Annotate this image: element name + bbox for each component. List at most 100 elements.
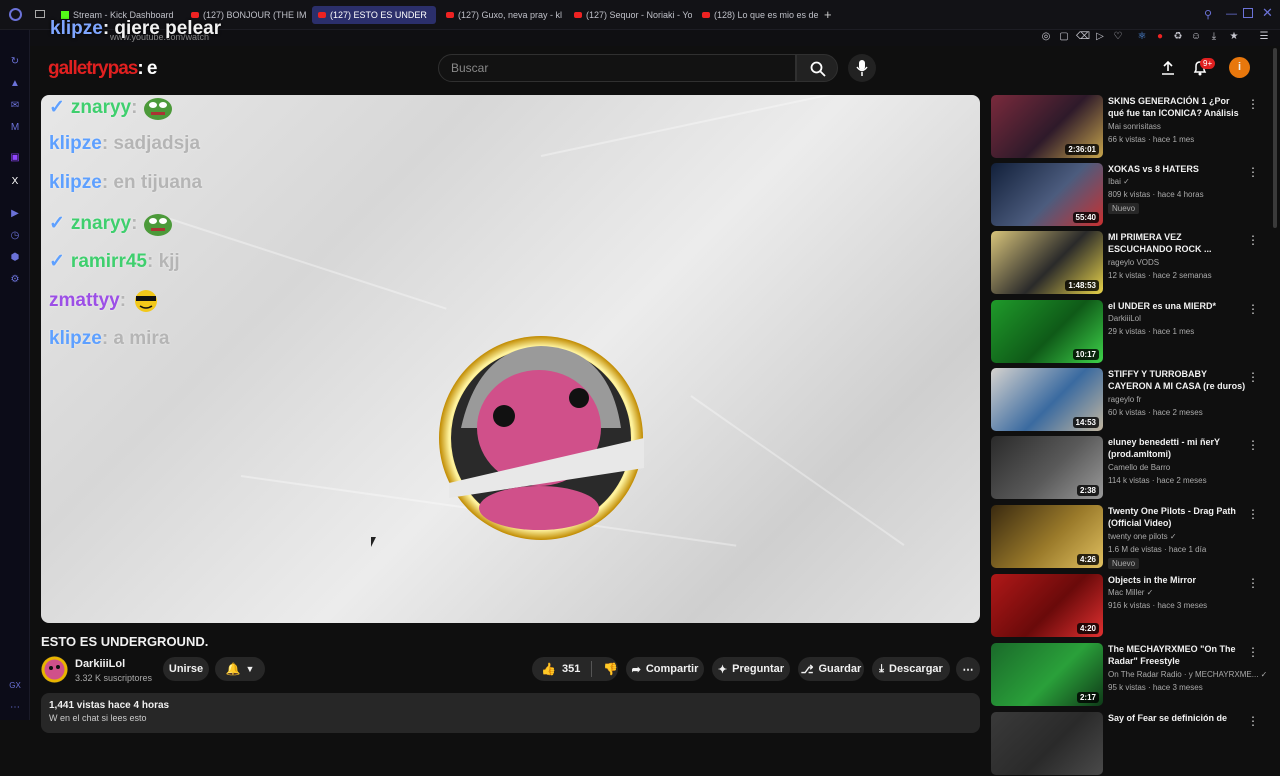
recommended-channel[interactable]: Ibai ✓ — [1108, 177, 1130, 186]
recommended-video[interactable]: 4:26 Twenty One Pilots - Drag Path (Offic… — [991, 505, 1271, 569]
twitch-icon[interactable]: ▣ — [9, 152, 21, 164]
menu-icon[interactable]: ☰ — [1258, 31, 1270, 43]
recommended-title[interactable]: eluney benedetti - mi ñerY (prod.amltomi… — [1108, 436, 1248, 460]
join-button[interactable]: Unirse — [163, 657, 209, 681]
tab-overview-icon[interactable] — [35, 10, 45, 18]
snapshot-icon[interactable]: ▢ — [1058, 31, 1070, 43]
shield-icon[interactable]: ⌫ — [1076, 31, 1090, 43]
opera-logo-icon[interactable] — [9, 8, 22, 21]
video-thumbnail[interactable]: 4:20 — [991, 574, 1103, 637]
voice-search-button[interactable] — [848, 54, 876, 82]
channel-name[interactable]: DarkiiiLol — [75, 658, 125, 670]
more-options-icon[interactable]: ⋮ — [1247, 714, 1259, 728]
more-sidebar-icon[interactable]: ⋯ — [9, 702, 21, 714]
recommended-title[interactable]: XOKAS vs 8 HATERS — [1108, 163, 1248, 175]
aria-ai-icon[interactable]: ★ — [1228, 31, 1240, 43]
video-thumbnail[interactable]: 10:17 — [991, 300, 1103, 363]
video-thumbnail[interactable]: 14:53 — [991, 368, 1103, 431]
recommended-video[interactable]: 2:17 The MECHAYRXMEO "On The Radar" Frees… — [991, 643, 1271, 707]
recommended-title[interactable]: Twenty One Pilots - Drag Path (Official … — [1108, 505, 1248, 529]
browser-tab[interactable]: (127) ESTO ES UNDER — [312, 6, 436, 24]
recommended-title[interactable]: Objects in the Mirror — [1108, 574, 1248, 586]
more-options-icon[interactable]: ⋮ — [1247, 645, 1259, 659]
header-logo-area[interactable]: galletrypas: e — [48, 58, 158, 80]
recommended-video[interactable]: 2:36:01 SKINS GENERACIÓN 1 ¿Por qué fue t… — [991, 95, 1271, 159]
history-icon[interactable]: ◷ — [9, 230, 21, 242]
extensions-icon[interactable]: ♻ — [1172, 31, 1184, 43]
search-button[interactable] — [796, 54, 838, 82]
recommended-channel[interactable]: rageylo fr — [1108, 395, 1141, 404]
record-icon[interactable]: ● — [1154, 31, 1166, 43]
more-options-icon[interactable]: ⋮ — [1247, 507, 1259, 521]
video-thumbnail[interactable]: 4:26 — [991, 505, 1103, 568]
recommended-title[interactable]: Say of Fear se definición de — [1108, 712, 1248, 724]
recommended-video[interactable]: 1:48:53 MI PRIMERA VEZ ESCUCHANDO ROCK ..… — [991, 231, 1271, 295]
search-tabs-icon[interactable]: ⚲ — [1204, 8, 1212, 21]
more-options-icon[interactable]: ⋮ — [1247, 576, 1259, 590]
subscription-bell-button[interactable]: 🔔 ▼ — [215, 657, 265, 681]
download-button[interactable]: ⤓ Descargar — [872, 657, 950, 681]
recommended-title[interactable]: STIFFY Y TURROBABY CAYERON A MI CASA (re… — [1108, 368, 1248, 392]
dislike-button[interactable]: 👎 — [603, 662, 618, 676]
more-options-icon[interactable]: ⋮ — [1247, 233, 1259, 247]
like-button[interactable]: 👍 351 — [541, 662, 580, 676]
gx-mod-icon[interactable]: ⚛ — [1136, 31, 1148, 43]
recommended-video[interactable]: 10:17 el UNDER es una MIERD* DarkiiiLol 29 … — [991, 300, 1271, 364]
page-scrollbar[interactable] — [1273, 48, 1277, 228]
browser-tab[interactable]: (127) Guxo, neva pray - kl — [440, 6, 564, 24]
back-sidebar-icon[interactable]: ↻ — [9, 56, 21, 68]
account-icon[interactable]: ☺ — [1190, 31, 1202, 43]
video-thumbnail[interactable] — [991, 712, 1103, 775]
video-thumbnail[interactable]: 2:17 — [991, 643, 1103, 706]
recommended-video[interactable]: 14:53 STIFFY Y TURROBABY CAYERON A MI CAS… — [991, 368, 1271, 432]
video-thumbnail[interactable]: 1:48:53 — [991, 231, 1103, 294]
upload-icon[interactable] — [1160, 60, 1176, 76]
recommended-channel[interactable]: Mai sonrisitass — [1108, 122, 1161, 131]
close-window-icon[interactable]: ✕ — [1262, 5, 1273, 21]
save-button[interactable]: ⎇ Guardar — [798, 657, 864, 681]
channel-avatar[interactable] — [41, 656, 68, 683]
aria-icon[interactable]: ▲ — [9, 78, 21, 90]
recommended-title[interactable]: MI PRIMERA VEZ ESCUCHANDO ROCK ... — [1108, 231, 1248, 255]
user-avatar[interactable]: i — [1229, 57, 1250, 78]
recommended-channel[interactable]: DarkiiiLol — [1108, 314, 1141, 323]
recommended-video[interactable]: 55:40 XOKAS vs 8 HATERS Ibai ✓ 809 k vistas… — [991, 163, 1271, 227]
recommended-channel[interactable]: twenty one pilots ✓ — [1108, 532, 1177, 541]
gx-icon[interactable]: GX — [9, 680, 21, 692]
video-thumbnail[interactable]: 2:38 — [991, 436, 1103, 499]
m-icon[interactable]: M — [9, 122, 21, 134]
player-icon[interactable]: ▶ — [9, 208, 21, 220]
video-thumbnail[interactable]: 55:40 — [991, 163, 1103, 226]
recommended-video[interactable]: 4:20 Objects in the Mirror Mac Miller ✓ 916… — [991, 574, 1271, 638]
play-icon[interactable]: ▷ — [1094, 31, 1106, 43]
ask-button[interactable]: ✦ Preguntar — [712, 657, 790, 681]
recommended-title[interactable]: el UNDER es una MIERD* — [1108, 300, 1248, 312]
more-options-icon[interactable]: ⋮ — [1247, 97, 1259, 111]
recommended-channel[interactable]: On The Radar Radio · y MECHAYRXME... ✓ — [1108, 670, 1267, 679]
settings-icon[interactable]: ⚙ — [9, 274, 21, 286]
recommended-title[interactable]: The MECHAYRXMEO "On The Radar" Freestyle — [1108, 643, 1248, 667]
more-options-icon[interactable]: ⋮ — [1247, 165, 1259, 179]
description-box[interactable] — [41, 693, 980, 733]
more-actions-button[interactable]: ⋯ — [956, 657, 980, 681]
more-options-icon[interactable]: ⋮ — [1247, 302, 1259, 316]
browser-tab[interactable]: (128) Lo que es mio es de — [696, 6, 818, 24]
messenger-icon[interactable]: ✉ — [9, 100, 21, 112]
download-icon[interactable]: ⤓ — [1208, 31, 1220, 43]
search-input[interactable]: Buscar — [438, 54, 796, 82]
more-options-icon[interactable]: ⋮ — [1247, 438, 1259, 452]
recommended-channel[interactable]: Camello de Barro — [1108, 463, 1170, 472]
new-tab-button[interactable]: + — [824, 7, 832, 22]
box-icon[interactable]: ⬢ — [9, 252, 21, 264]
x-icon[interactable]: X — [9, 176, 21, 188]
pin-icon[interactable]: ◎ — [1040, 31, 1052, 43]
recommended-video[interactable]: 2:38 eluney benedetti - mi ñerY (prod.aml… — [991, 436, 1271, 500]
recommended-channel[interactable]: Mac Miller ✓ — [1108, 588, 1153, 597]
video-player[interactable]: ✓ znaryy: klipze: sadjadsja klipze: en tij… — [41, 95, 980, 623]
heart-icon[interactable]: ♡ — [1112, 31, 1124, 43]
recommended-title[interactable]: SKINS GENERACIÓN 1 ¿Por qué fue tan ICON… — [1108, 95, 1248, 120]
minimize-icon[interactable]: — — [1226, 8, 1237, 20]
maximize-icon[interactable] — [1243, 8, 1253, 18]
more-options-icon[interactable]: ⋮ — [1247, 370, 1259, 384]
share-button[interactable]: ➦ Compartir — [626, 657, 704, 681]
